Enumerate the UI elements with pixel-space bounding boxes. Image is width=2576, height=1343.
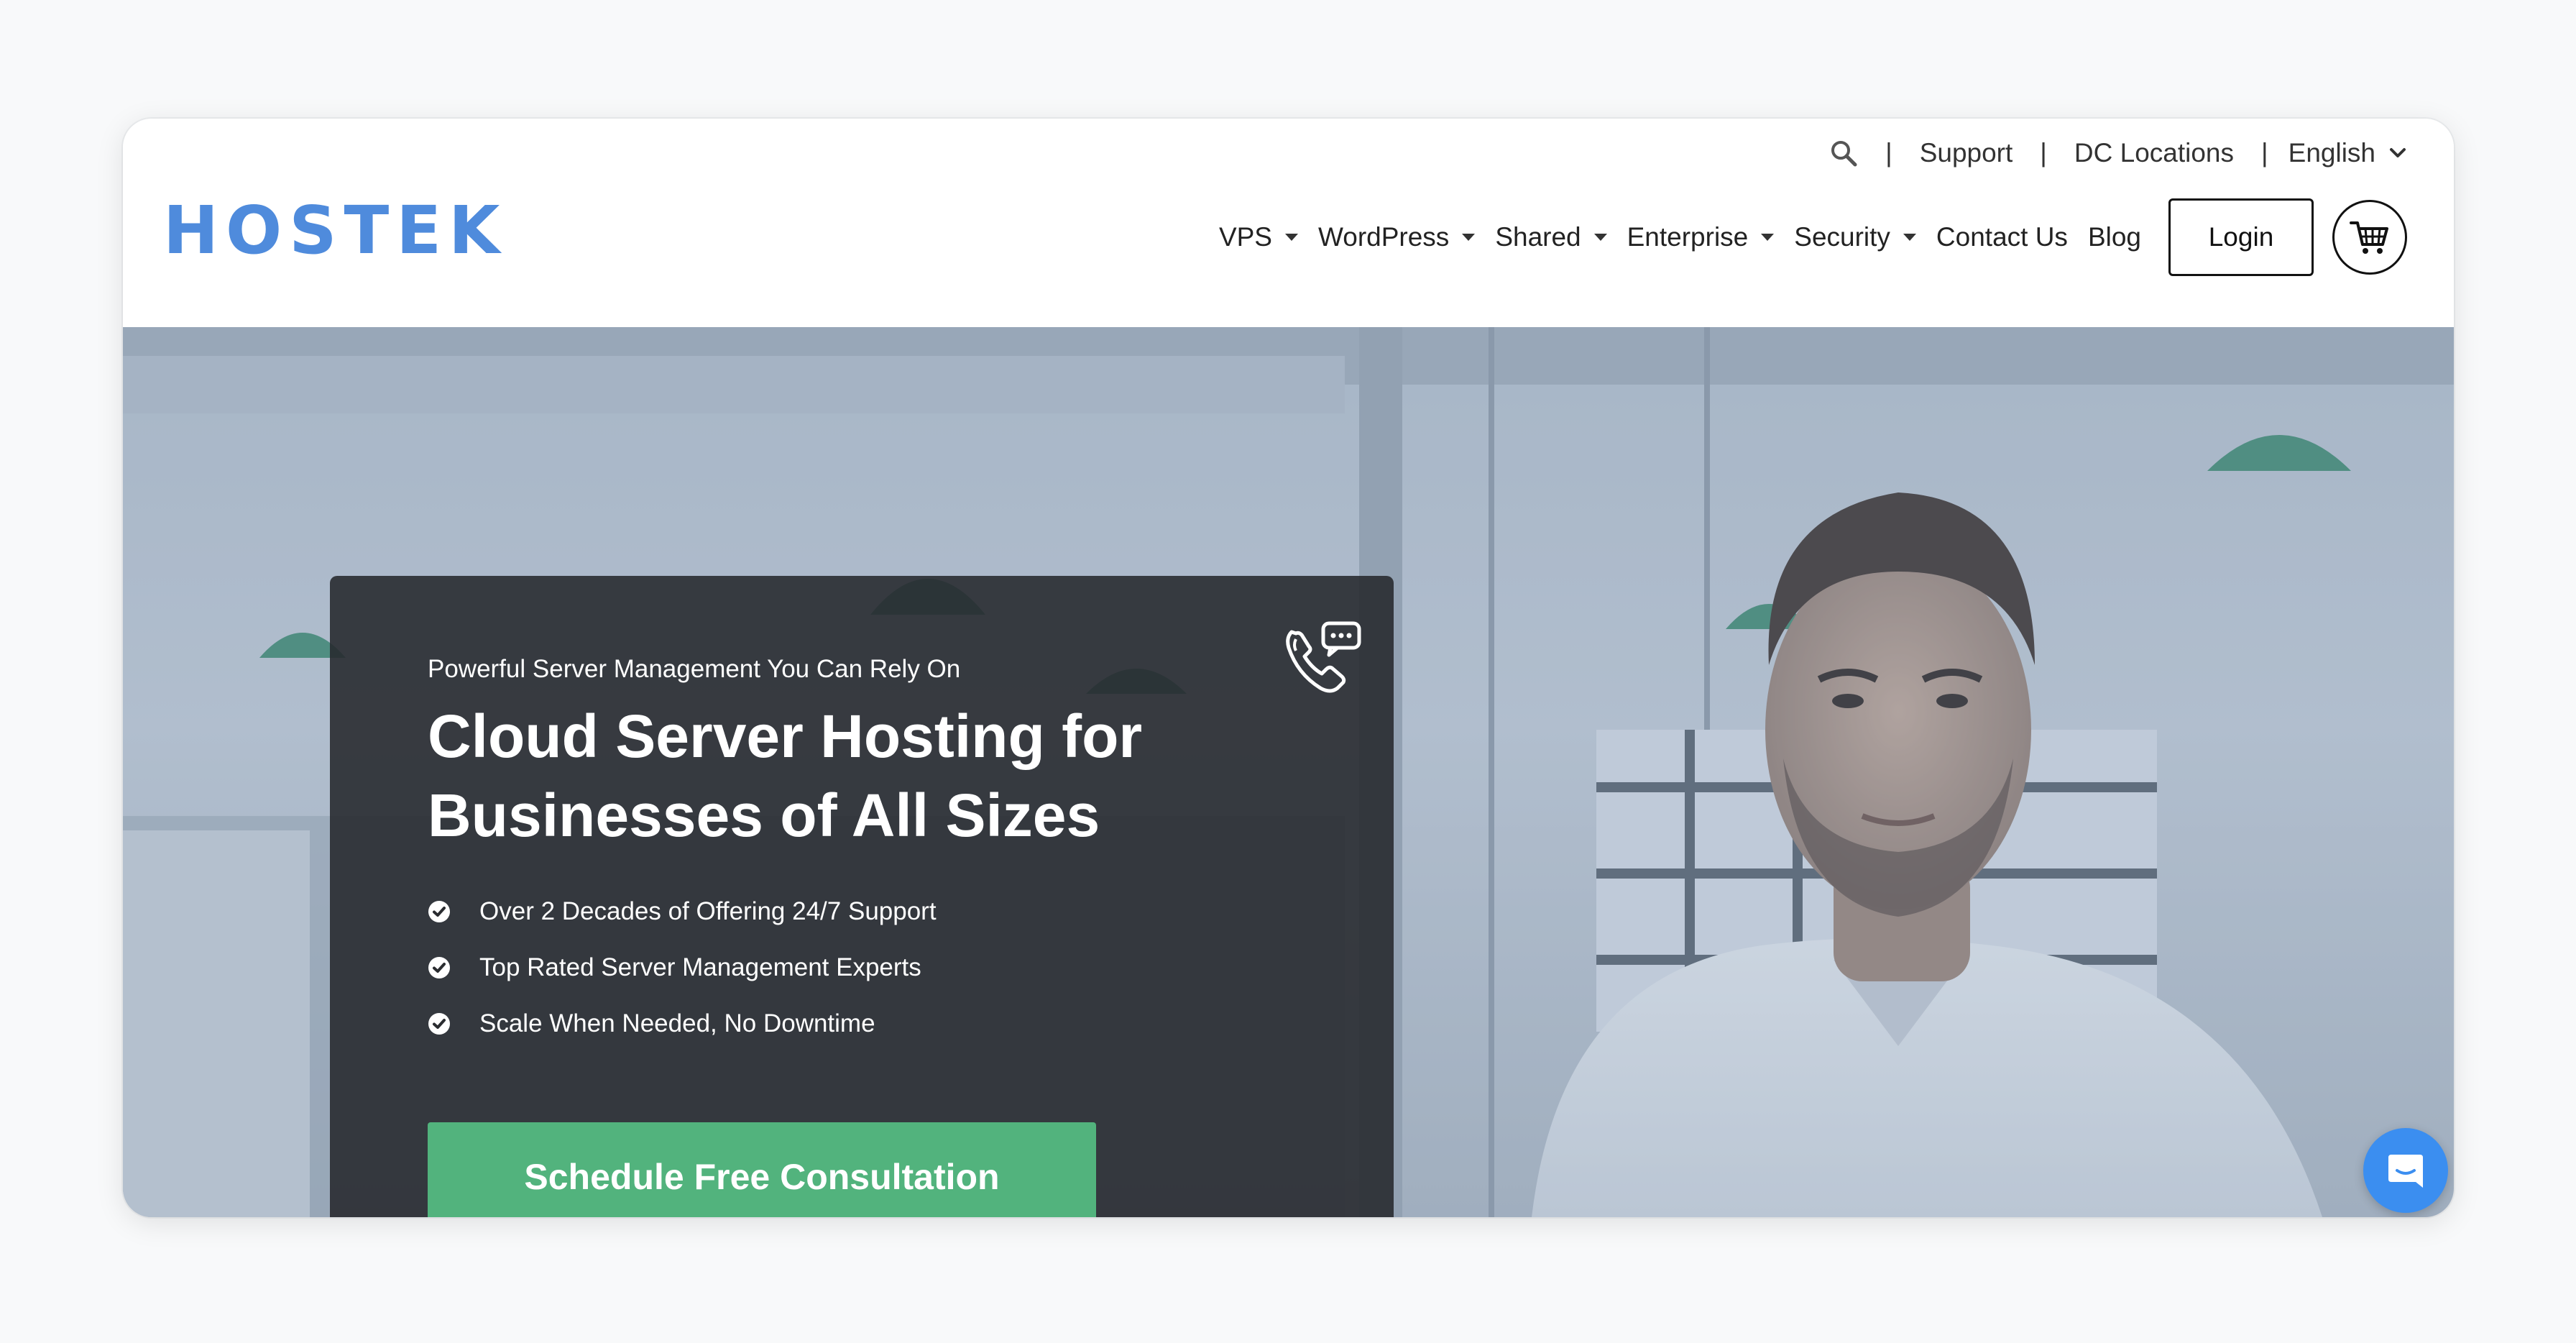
nav-item-label: Contact Us [1936, 222, 2068, 252]
nav-item-label: Blog [2087, 222, 2141, 252]
caret-down-icon [1462, 234, 1476, 241]
cart-button[interactable] [2332, 200, 2407, 275]
phone-chat-icon [1286, 621, 1361, 693]
nav-item-label: Enterprise [1627, 222, 1749, 252]
hero-feature-list: Over 2 Decades of Offering 24/7 Support … [428, 884, 937, 1052]
chat-widget-button[interactable] [2363, 1128, 2448, 1213]
hero-card: Powerful Server Management You Can Rely … [330, 576, 1394, 1217]
feature-text: Top Rated Server Management Experts [479, 953, 921, 981]
top-utility-bar: | Support | DC Locations | English [1829, 124, 2407, 182]
nav-item-label: WordPress [1318, 222, 1450, 252]
check-circle-icon [428, 957, 450, 978]
hero-title: Cloud Server Hosting for Businesses of A… [428, 697, 1218, 855]
hero-title-line: Businesses of All Sizes [428, 781, 1100, 849]
language-label: English [2288, 138, 2375, 168]
separator: | [2261, 138, 2268, 168]
caret-down-icon [1593, 234, 1607, 241]
hero-eyebrow: Powerful Server Management You Can Rely … [428, 655, 961, 683]
feature-item: Over 2 Decades of Offering 24/7 Support [428, 884, 937, 940]
nav-item-contact-us[interactable]: Contact Us [1936, 222, 2068, 252]
feature-item: Scale When Needed, No Downtime [428, 996, 937, 1052]
login-button[interactable]: Login [2168, 198, 2314, 276]
main-nav: VPS WordPress Shared Enterprise Security… [1199, 198, 2407, 277]
nav-item-label: Security [1794, 222, 1890, 252]
hostek-logo[interactable]: HOSTEK [163, 198, 507, 264]
check-circle-icon [428, 1013, 450, 1035]
nav-item-label: VPS [1218, 222, 1272, 252]
caret-down-icon [1285, 234, 1298, 241]
schedule-consultation-button[interactable]: Schedule Free Consultation [428, 1122, 1096, 1217]
separator: | [2040, 138, 2047, 168]
nav-item-label: Shared [1495, 222, 1581, 252]
chevron-down-icon [2390, 148, 2406, 157]
search-icon[interactable] [1829, 139, 1858, 168]
check-circle-icon [428, 901, 450, 922]
separator: | [1885, 138, 1892, 168]
nav-item-security[interactable]: Security [1794, 222, 1916, 252]
caret-down-icon [1761, 234, 1775, 241]
feature-item: Top Rated Server Management Experts [428, 940, 937, 996]
hero-title-line: Cloud Server Hosting for [428, 702, 1143, 770]
language-selector[interactable]: English [2288, 138, 2407, 168]
feature-text: Scale When Needed, No Downtime [479, 1009, 875, 1037]
nav-item-enterprise[interactable]: Enterprise [1627, 222, 1775, 252]
nav-item-shared[interactable]: Shared [1495, 222, 1607, 252]
nav-item-wordpress[interactable]: WordPress [1318, 222, 1476, 252]
nav-item-vps[interactable]: VPS [1219, 222, 1298, 252]
chat-bubble-icon [2388, 1155, 2423, 1188]
hero-section: Powerful Server Management You Can Rely … [123, 327, 2454, 1217]
site-header: | Support | DC Locations | English HOSTE… [123, 119, 2454, 327]
feature-text: Over 2 Decades of Offering 24/7 Support [479, 897, 937, 925]
nav-item-blog[interactable]: Blog [2088, 222, 2141, 252]
dc-locations-link[interactable]: DC Locations [2074, 138, 2234, 168]
caret-down-icon [1903, 234, 1916, 241]
browser-frame: | Support | DC Locations | English HOSTE… [123, 119, 2454, 1217]
cart-icon [2350, 221, 2388, 254]
support-link[interactable]: Support [1920, 138, 2013, 168]
